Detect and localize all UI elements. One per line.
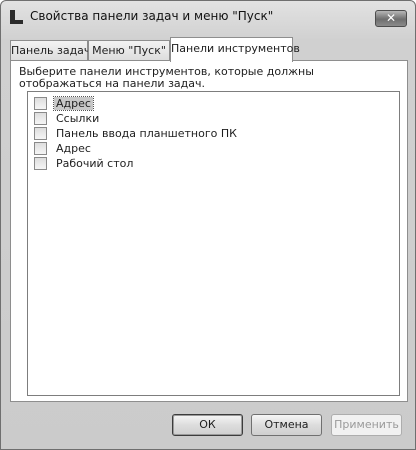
tab-taskbar[interactable]: Панель задач <box>10 40 90 61</box>
close-button[interactable]: ✕ <box>375 10 407 27</box>
ok-button[interactable]: ОК <box>172 414 243 436</box>
window-title: Свойства панели задач и меню "Пуск" <box>30 9 274 23</box>
toolbars-list[interactable]: Адрес Ссылки Панель ввода планшетного ПК… <box>27 91 400 396</box>
toolbar-label: Панель ввода планшетного ПК <box>56 127 237 140</box>
toolbar-label: Рабочий стол <box>56 157 134 170</box>
close-icon: ✕ <box>385 11 397 25</box>
toolbar-label: Ссылки <box>56 112 100 125</box>
toolbar-checkbox[interactable] <box>34 112 47 125</box>
toolbar-checkbox[interactable] <box>34 157 47 170</box>
dialog-window: Свойства панели задач и меню "Пуск" ✕ Па… <box>0 0 416 450</box>
toolbars-description: Выберите панели инструментов, которые до… <box>19 65 314 90</box>
toolbar-checkbox[interactable] <box>34 142 47 155</box>
tab-start-menu[interactable]: Меню "Пуск" <box>88 40 170 61</box>
title-bar[interactable]: Свойства панели задач и меню "Пуск" ✕ <box>1 1 415 31</box>
toolbar-label: Адрес <box>56 142 91 155</box>
toolbar-label: Адрес <box>53 96 94 111</box>
toolbar-checkbox[interactable] <box>34 127 47 140</box>
cancel-button[interactable]: Отмена <box>251 414 322 436</box>
taskbar-properties-icon <box>10 10 24 24</box>
apply-button[interactable]: Применить <box>331 414 402 436</box>
toolbar-checkbox[interactable] <box>34 97 47 110</box>
tab-toolbars[interactable]: Панели инструментов <box>170 37 300 62</box>
